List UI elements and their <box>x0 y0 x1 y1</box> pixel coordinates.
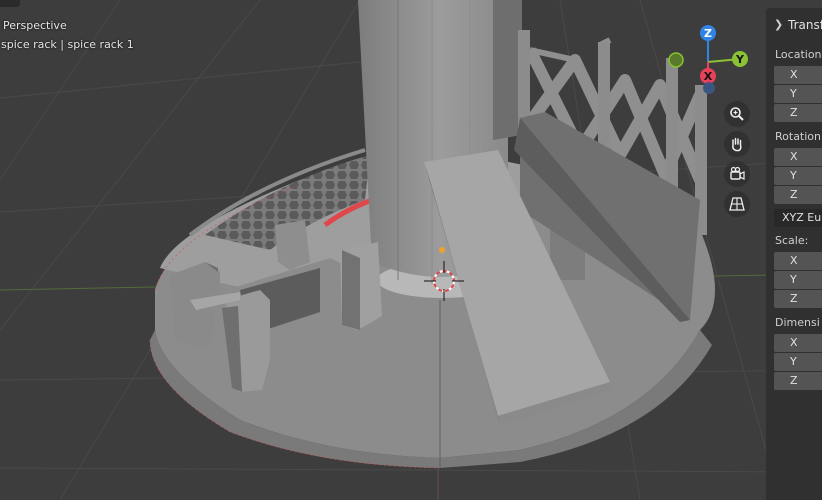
3d-viewport[interactable]: Z Y X Perspective spice rack | spice rac… <box>0 0 822 500</box>
active-object-label: spice rack | spice rack 1 <box>1 38 134 51</box>
sidebar-transform-panel[interactable]: ❯ Transf Location X Y Z Rotation: X Y Z … <box>766 8 822 500</box>
chevron-down-icon: ❯ <box>774 18 784 31</box>
dimensions-label: Dimensi <box>775 316 820 329</box>
scale-y-field[interactable]: Y <box>774 271 822 289</box>
gizmo-z-label: Z <box>704 27 712 40</box>
location-label: Location <box>775 48 822 61</box>
editor-type-button[interactable] <box>0 0 20 7</box>
object-origin-marker <box>439 247 445 253</box>
dimensions-y-field[interactable]: Y <box>774 353 822 371</box>
rotation-x-field[interactable]: X <box>774 148 822 166</box>
hand-pan-icon[interactable] <box>724 131 750 157</box>
location-x-field[interactable]: X <box>774 66 822 84</box>
dimensions-x-field[interactable]: X <box>774 334 822 352</box>
dimensions-z-field[interactable]: Z <box>774 372 822 390</box>
transform-section-header[interactable]: ❯ Transf <box>766 16 822 36</box>
zoom-icon[interactable] <box>724 101 750 127</box>
scale-x-field[interactable]: X <box>774 252 822 270</box>
gizmo-neg-y-axis[interactable] <box>668 52 684 68</box>
grid-ortho-icon[interactable] <box>724 191 750 217</box>
rotation-label: Rotation: <box>775 130 822 143</box>
scale-z-field[interactable]: Z <box>774 290 822 308</box>
navigation-gizmo[interactable]: Z Y X <box>668 25 748 94</box>
3d-scene[interactable]: Z Y X <box>0 0 822 500</box>
gizmo-neg-z-axis[interactable] <box>703 82 715 94</box>
view-perspective-label: Perspective <box>3 19 67 32</box>
rotation-mode-dropdown[interactable]: XYZ Eu <box>774 209 822 227</box>
rotation-z-field[interactable]: Z <box>774 186 822 204</box>
transform-header-label: Transf <box>788 18 822 32</box>
camera-icon[interactable] <box>724 161 750 187</box>
scale-label: Scale: <box>775 234 809 247</box>
gizmo-y-label: Y <box>735 53 745 66</box>
rotation-y-field[interactable]: Y <box>774 167 822 185</box>
location-z-field[interactable]: Z <box>774 104 822 122</box>
gizmo-x-label: X <box>704 70 713 83</box>
location-y-field[interactable]: Y <box>774 85 822 103</box>
